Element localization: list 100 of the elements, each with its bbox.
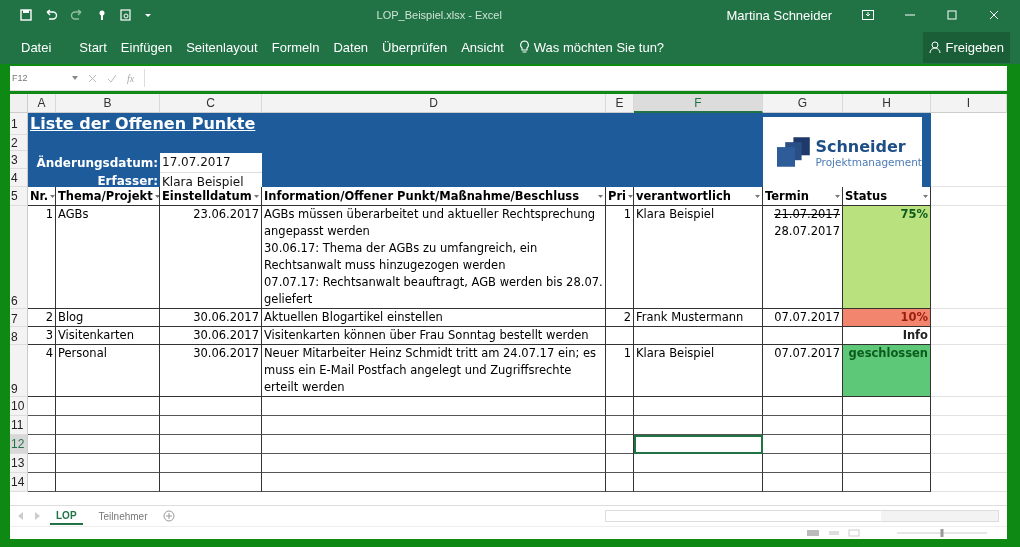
column-header[interactable]: F [634,94,763,113]
empty-cell[interactable] [634,473,763,492]
empty-cell[interactable] [763,454,843,473]
horizontal-scrollbar[interactable] [605,510,999,522]
row-header[interactable]: 3 [10,151,28,169]
table-cell: 30.06.2017 [160,309,262,327]
column-heading: Termin [763,187,843,206]
empty-cell[interactable] [160,473,262,492]
name-box[interactable]: F12 [12,73,78,83]
save-icon[interactable] [20,9,32,21]
row-header[interactable]: 9 [10,345,28,397]
zoom-slider[interactable] [897,529,987,537]
logo-name: Schneider [815,136,907,156]
column-header[interactable]: C [160,94,262,113]
zoom-thumb[interactable] [940,529,944,537]
checkmark-icon[interactable] [107,73,117,83]
author-field[interactable]: Klara Beispiel [160,172,262,190]
caret-icon [154,194,159,198]
empty-cell[interactable] [606,416,634,435]
table-cell: Blog [56,309,160,327]
empty-cell[interactable] [262,473,606,492]
empty-cell[interactable] [634,454,763,473]
empty-cell[interactable] [606,454,634,473]
empty-cell[interactable] [56,435,160,454]
empty-cell[interactable] [843,473,931,492]
row-header[interactable]: 10 [10,397,28,416]
redo-icon[interactable] [70,9,84,21]
cell-text: Aktuellen Blogartikel einstellen [264,309,444,326]
row-header[interactable]: 4 [10,169,28,187]
print-preview-icon[interactable] [120,9,132,21]
cell-text: Neuer Mitarbeiter Heinz Schmidt tritt am 24.07.17 ein; es muss ein E-Mail Postfach angelegt und Zugriffsrechte erteilt werden [264,345,598,396]
column-header[interactable]: E [606,94,634,113]
ribbon-tab[interactable]: Einfügen [113,35,180,59]
empty-cell[interactable] [262,416,606,435]
customize-caret-icon[interactable] [144,11,152,19]
column-header[interactable]: A [28,94,56,113]
tell-me-search[interactable]: Was möchten Sie tun? [510,39,665,55]
column-header[interactable]: G [763,94,843,113]
empty-cell[interactable] [606,473,634,492]
sheet-tab[interactable]: LOP [50,507,83,525]
sheet-tab[interactable]: Teilnehmer [92,508,154,524]
row-header[interactable]: 12 [10,435,28,454]
empty-cell[interactable] [606,435,634,454]
row-header[interactable]: 1 [10,113,28,135]
row-header[interactable]: 8 [10,327,28,345]
empty-cell[interactable] [843,416,931,435]
empty-cell[interactable] [262,397,606,416]
empty-cell[interactable] [606,397,634,416]
empty-cell[interactable] [763,416,843,435]
empty-cell[interactable] [56,416,160,435]
row-header[interactable]: 14 [10,473,28,492]
column-header[interactable]: I [931,94,1007,113]
row-header[interactable]: 2 [10,135,28,151]
empty-cell[interactable] [56,454,160,473]
table-cell: 23.06.2017 [160,206,262,309]
table-cell: 1 [606,206,634,309]
empty-cell[interactable] [634,435,763,454]
close-icon[interactable] [988,10,1000,20]
empty-cell[interactable] [843,435,931,454]
table-cell: 1 [28,206,56,309]
column-header[interactable]: D [262,94,606,113]
empty-cell[interactable] [262,454,606,473]
date-text: 07.07.2017 [774,309,840,326]
ribbon-tab[interactable]: Überprüfen [375,35,455,59]
ribbon-options-icon[interactable] [862,10,874,20]
share-button[interactable]: Freigeben [923,31,1010,63]
row-header[interactable]: 6 [10,206,28,309]
empty-cell[interactable] [160,435,262,454]
empty-cell[interactable] [56,397,160,416]
status-cell: geschlossen [843,345,931,397]
date-field[interactable]: 17.07.2017 [160,153,262,172]
empty-cell[interactable] [160,454,262,473]
empty-cell[interactable] [634,397,763,416]
empty-cell[interactable] [56,473,160,492]
column-header[interactable]: H [843,94,931,113]
caret-icon [923,194,928,198]
empty-cell[interactable] [763,435,843,454]
empty-cell[interactable] [763,397,843,416]
caret-icon [254,194,259,198]
ribbon-tab[interactable]: Seitenlayout [179,35,265,59]
empty-cell[interactable] [634,416,763,435]
column-header[interactable]: B [56,94,160,113]
empty-cell[interactable] [262,435,606,454]
row-header[interactable]: 13 [10,454,28,473]
empty-cell[interactable] [843,397,931,416]
maximize-icon[interactable] [946,10,958,20]
row-header[interactable]: 5 [10,187,28,206]
ribbon-tab[interactable]: Start [72,35,114,59]
undo-icon[interactable] [44,9,58,21]
row-header[interactable]: 11 [10,416,28,435]
ribbon-tab[interactable]: Formeln [264,35,327,59]
empty-cell[interactable] [843,454,931,473]
table-cell: Frank Mustermann [634,309,763,327]
empty-cell[interactable] [160,416,262,435]
ribbon-tab[interactable]: Ansicht [454,35,511,59]
row-header[interactable]: 7 [10,309,28,327]
empty-cell[interactable] [160,397,262,416]
ribbon-tab[interactable]: Datei [14,35,59,59]
empty-cell[interactable] [763,473,843,492]
ribbon-tab[interactable]: Daten [326,35,376,59]
